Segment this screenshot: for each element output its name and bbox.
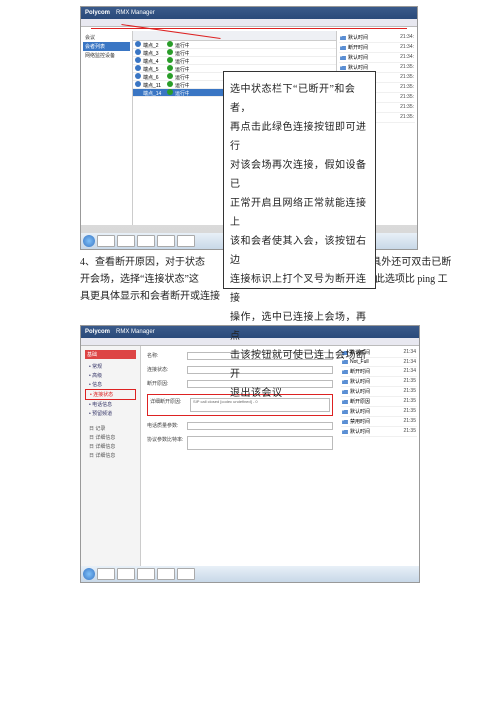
cat-item-selected[interactable]: • 连接状态 — [85, 389, 136, 400]
category-sidebar: 基础 • 常规 • 高级 • 信息 • 连接状态 • 电话信息 • 预留频道 日… — [81, 346, 141, 566]
start-button[interactable] — [83, 235, 95, 247]
titlebar: Polycom RMX Manager — [81, 7, 417, 19]
task-item[interactable] — [177, 235, 195, 247]
task-item[interactable] — [117, 568, 135, 580]
brand-label: Polycom — [85, 329, 110, 335]
label-name: 名称: — [147, 352, 187, 359]
cat-item[interactable]: • 预留频道 — [85, 409, 136, 418]
folder-icon — [340, 66, 346, 70]
left-tree-pane: 会议 会者列表 网络监控设备 — [81, 31, 133, 225]
grid-header — [133, 31, 336, 41]
tooltip-line: 再点击此绿色连接按钮即可进行 — [230, 118, 369, 156]
tooltip-line: 正常开启且网络正常就能连接上 — [230, 194, 369, 232]
folder-icon — [340, 36, 346, 40]
right-row[interactable]: 默认时间21:35 — [341, 407, 417, 417]
taskbar — [81, 566, 419, 582]
task-item[interactable] — [157, 235, 175, 247]
right-row[interactable]: 默认时间21:35 — [341, 427, 417, 437]
task-item[interactable] — [117, 235, 135, 247]
brand-label: Polycom — [85, 10, 110, 16]
tooltip-line: 对该会场再次连接，假如设备已 — [230, 156, 369, 194]
cat-item[interactable]: • 信息 — [85, 380, 136, 389]
label-detail: 详细断开原因: — [150, 398, 190, 405]
tree-item[interactable]: 会者列表 — [83, 42, 130, 51]
text: 具更具体显示和会者断开或连接 — [80, 291, 220, 302]
task-item[interactable] — [157, 568, 175, 580]
tooltip-line: 选中状态栏下“已断开”和会者， — [230, 80, 369, 118]
cat-item[interactable]: 日 详细信息 — [85, 433, 136, 442]
folder-icon — [342, 410, 348, 414]
app-name: RMX Manager — [116, 329, 155, 335]
tree-item[interactable]: 会议 — [83, 33, 130, 42]
cat-item[interactable]: • 高级 — [85, 371, 136, 380]
start-button[interactable] — [83, 568, 95, 580]
right-row[interactable]: 断开时间21:34: — [339, 43, 415, 53]
cat-item[interactable]: 日 详细信息 — [85, 451, 136, 460]
folder-icon — [342, 430, 348, 434]
tooltip-line: 退出该会议 — [230, 384, 369, 403]
task-item[interactable] — [137, 235, 155, 247]
tooltip-line: 该和会者使其入会，该按钮右边 — [230, 232, 369, 270]
tooltip-line: 连接标识上打个叉号为断开连接 — [230, 270, 369, 308]
tooltip-line: 击该按钮就可使已连上会场断开 — [230, 346, 369, 384]
label-cq: 电话质量参数: — [147, 422, 187, 429]
annotation-tooltip: 选中状态栏下“已断开”和会者， 再点击此绿色连接按钮即可进行 对该会场再次连接，… — [223, 71, 376, 289]
tree-item[interactable]: 网络监控设备 — [83, 51, 130, 60]
task-item[interactable] — [177, 568, 195, 580]
cat-item[interactable]: 日 详细信息 — [85, 442, 136, 451]
folder-icon — [340, 56, 346, 60]
cat-item[interactable]: 日 记录 — [85, 424, 136, 433]
category-title: 基础 — [85, 350, 136, 359]
tooltip-line: 操作，选中已连接上会场，再点 — [230, 308, 369, 346]
right-row[interactable]: 禁用时间21:35 — [341, 417, 417, 427]
right-row[interactable]: 默认时间21:34: — [339, 33, 415, 43]
folder-icon — [342, 420, 348, 424]
right-row[interactable]: 默认时间21:34: — [339, 53, 415, 63]
text: 4、查看断开原因，对于状态 — [80, 257, 205, 268]
folder-icon — [340, 46, 346, 50]
task-item[interactable] — [97, 235, 115, 247]
text: 开会场，选择“连接状态”这 — [80, 274, 199, 285]
label-reason: 断开原因: — [147, 380, 187, 387]
field-rate[interactable] — [187, 436, 333, 450]
cat-item[interactable]: • 电话信息 — [85, 400, 136, 409]
label-rate: 协议参数比特率: — [147, 436, 187, 443]
label-status: 连接状态: — [147, 366, 187, 373]
task-item[interactable] — [97, 568, 115, 580]
task-item[interactable] — [137, 568, 155, 580]
field-cq[interactable] — [187, 422, 333, 430]
app-name: RMX Manager — [116, 10, 155, 16]
cat-item[interactable]: • 常规 — [85, 362, 136, 371]
